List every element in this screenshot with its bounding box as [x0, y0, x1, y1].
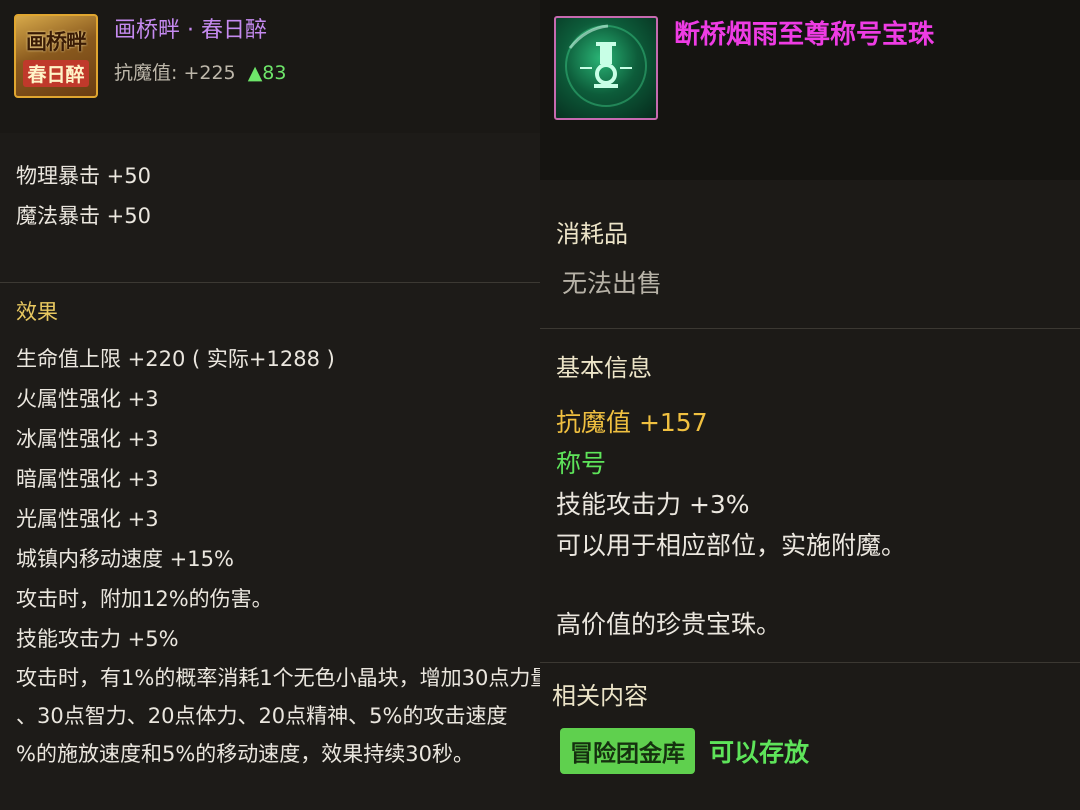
crit-stats: 物理暴击 +50 魔法暴击 +50	[16, 156, 540, 236]
type-title-line: 称号	[556, 449, 607, 478]
orb-title: 断桥烟雨至尊称号宝珠	[674, 20, 935, 50]
effect-line: 攻击时，有1%的概率消耗1个无色小晶块，增加30点力量	[16, 666, 540, 690]
effect-line: 、30点智力、20点体力、20点精神、5%的攻击速度	[16, 704, 508, 728]
physical-crit-line: 物理暴击 +50	[16, 164, 151, 188]
adventure-vault-button[interactable]: 冒险团金库	[560, 728, 695, 774]
effect-line: 技能攻击力 +5%	[16, 627, 179, 651]
magic-crit-line: 魔法暴击 +50	[16, 204, 151, 228]
effect-line: 攻击时，附加12%的伤害。	[16, 587, 273, 611]
stat-value: +225	[183, 62, 236, 84]
section-divider	[540, 328, 1080, 329]
right-item-tooltip: 断桥烟雨至尊称号宝珠 消耗品 无法出售 基本信息 抗魔值 +157 称号 技能攻…	[540, 0, 1080, 810]
effect-line: %的施放速度和5%的移动速度，效果持续30秒。	[16, 742, 474, 766]
emerald-medal-orb-icon	[554, 16, 658, 120]
icon-text-line2: 春日醉	[23, 59, 89, 87]
effect-line: 生命值上限 +220 ( 实际+1288 )	[16, 347, 335, 371]
related-heading: 相关内容	[552, 682, 648, 710]
item-title: 画桥畔 · 春日醉	[114, 18, 267, 43]
magic-resist-line: 抗魔值 +157	[556, 408, 708, 437]
category-label: 消耗品	[556, 220, 628, 248]
effect-heading: 效果	[16, 300, 58, 324]
basic-info: 抗魔值 +157 称号 技能攻击力 +3% 可以用于相应部位，实施附魔。 高价值…	[556, 402, 1076, 645]
right-tooltip-header: 断桥烟雨至尊称号宝珠	[540, 0, 1080, 180]
left-tooltip-header: 画桥畔 春日醉 画桥畔 · 春日醉 抗魔值: +225 ▲83	[0, 0, 540, 133]
magic-resist-stat: 抗魔值: +225 ▲83	[114, 58, 286, 85]
store-status: 可以存放	[709, 738, 810, 767]
stat-label: 抗魔值:	[114, 62, 178, 84]
effect-line: 城镇内移动速度 +15%	[16, 547, 234, 571]
effect-line: 冰属性强化 +3	[16, 427, 159, 451]
left-item-tooltip: 画桥畔 春日醉 画桥畔 · 春日醉 抗魔值: +225 ▲83 物理暴击 +50…	[0, 0, 540, 810]
effect-line: 暗属性强化 +3	[16, 467, 159, 491]
effect-line: 光属性强化 +3	[16, 507, 159, 531]
basic-info-heading: 基本信息	[556, 354, 652, 382]
stat-delta: ▲83	[247, 62, 287, 84]
effect-line: 火属性强化 +3	[16, 387, 159, 411]
effect-list: 生命值上限 +220 ( 实际+1288 ) 火属性强化 +3 冰属性强化 +3…	[16, 339, 540, 773]
sell-note: 无法出售	[562, 269, 663, 298]
icon-text-line1: 画桥畔	[26, 28, 87, 54]
usage-line: 可以用于相应部位，实施附魔。	[556, 531, 907, 560]
section-divider	[540, 662, 1080, 663]
title-item-icon: 画桥畔 春日醉	[14, 14, 98, 98]
section-divider	[0, 282, 540, 283]
skill-attack-line: 技能攻击力 +3%	[556, 490, 750, 519]
related-content: 冒险团金库 可以存放	[560, 728, 809, 774]
medal-glyph-icon	[565, 24, 647, 107]
right-tooltip-body: 消耗品 无法出售 基本信息 抗魔值 +157 称号 技能攻击力 +3% 可以用于…	[540, 180, 1080, 810]
description-line: 高价值的珍贵宝珠。	[556, 610, 782, 639]
